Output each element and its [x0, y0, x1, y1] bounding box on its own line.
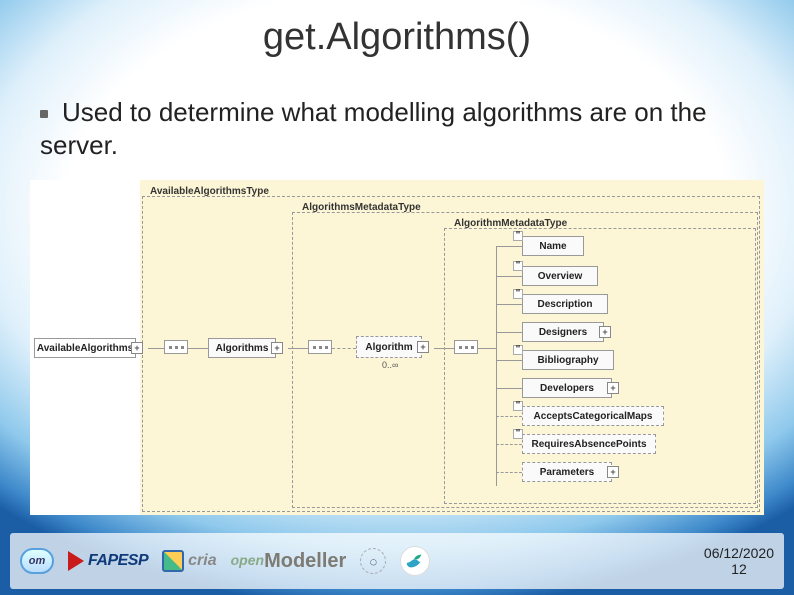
- node-label: Developers: [540, 383, 594, 394]
- logo-cria: cria: [162, 546, 216, 576]
- expand-icon: +: [599, 326, 611, 338]
- node-label: Overview: [538, 271, 582, 282]
- footer-meta: 06/12/2020 12: [704, 545, 774, 577]
- quote-icon: ": [513, 231, 523, 241]
- bird-icon: [404, 550, 426, 572]
- connector: [496, 304, 522, 305]
- connector: [148, 348, 164, 349]
- connector: [332, 348, 356, 349]
- expand-icon: +: [607, 466, 619, 478]
- logo-open-bottom: Modeller: [264, 553, 346, 569]
- quote-icon: ": [513, 289, 523, 299]
- sequence-icon: [454, 340, 478, 354]
- node-requires: " RequiresAbsencePoints: [522, 434, 656, 454]
- node-available-algorithms: AvailableAlgorithms +: [34, 338, 136, 358]
- node-designers: Designers +: [522, 322, 604, 342]
- bullet-text: Used to determine what modelling algorit…: [40, 96, 764, 161]
- connector: [288, 348, 308, 349]
- connector: [496, 246, 522, 247]
- schema-diagram: AvailableAlgorithmsType AlgorithmsMetada…: [30, 180, 764, 515]
- connector: [496, 360, 522, 361]
- node-bibliography: " Bibliography: [522, 350, 614, 370]
- node-algorithm: Algorithm +: [356, 336, 422, 358]
- node-developers: Developers +: [522, 378, 612, 398]
- node-label: Description: [537, 299, 592, 310]
- node-label: AvailableAlgorithms: [37, 343, 133, 354]
- page-title: get.Algorithms(): [0, 16, 794, 59]
- expand-icon: +: [271, 342, 283, 354]
- node-algorithms: Algorithms +: [208, 338, 276, 358]
- quote-icon: ": [513, 345, 523, 355]
- logo-openmodeller: open Modeller: [231, 546, 347, 576]
- node-label: AcceptsCategoricalMaps: [534, 411, 653, 422]
- multiplicity-label: 0..∞: [382, 360, 398, 370]
- connector: [496, 276, 522, 277]
- sequence-icon: [164, 340, 188, 354]
- expand-icon: +: [607, 382, 619, 394]
- node-label: Algorithm: [365, 342, 412, 353]
- node-label: Designers: [539, 327, 587, 338]
- node-label: Bibliography: [537, 355, 598, 366]
- sequence-icon: [308, 340, 332, 354]
- expand-icon: +: [417, 341, 429, 353]
- quote-icon: ": [513, 401, 523, 411]
- footer: om FAPESP cria open Modeller ◌ 06/12/202…: [10, 533, 784, 589]
- connector: [496, 472, 522, 473]
- connector: [496, 388, 522, 389]
- node-label: Algorithms: [216, 343, 269, 354]
- logo-om: om: [20, 548, 54, 574]
- slide: get.Algorithms() Used to determine what …: [0, 0, 794, 595]
- connector: [496, 332, 522, 333]
- expand-icon: +: [131, 342, 143, 354]
- quote-icon: ": [513, 261, 523, 271]
- connector: [496, 416, 522, 417]
- node-overview: " Overview: [522, 266, 598, 286]
- node-parameters: Parameters +: [522, 462, 612, 482]
- connector: [496, 246, 497, 486]
- footer-date: 06/12/2020: [704, 545, 774, 561]
- connector: [478, 348, 496, 349]
- quote-icon: ": [513, 429, 523, 439]
- node-label: Parameters: [540, 467, 594, 478]
- node-accepts: " AcceptsCategoricalMaps: [522, 406, 664, 426]
- node-description: " Description: [522, 294, 608, 314]
- logo-bdworld: ◌: [360, 548, 386, 574]
- node-label: RequiresAbsencePoints: [531, 439, 646, 450]
- connector: [188, 348, 208, 349]
- node-name: " Name: [522, 236, 584, 256]
- logo-wcs: [400, 546, 430, 576]
- connector: [434, 348, 454, 349]
- footer-slide-number: 12: [704, 561, 774, 577]
- connector: [496, 444, 522, 445]
- logo-open-top: open: [231, 555, 264, 566]
- logo-fapesp: FAPESP: [68, 546, 148, 576]
- node-label: Name: [539, 241, 566, 252]
